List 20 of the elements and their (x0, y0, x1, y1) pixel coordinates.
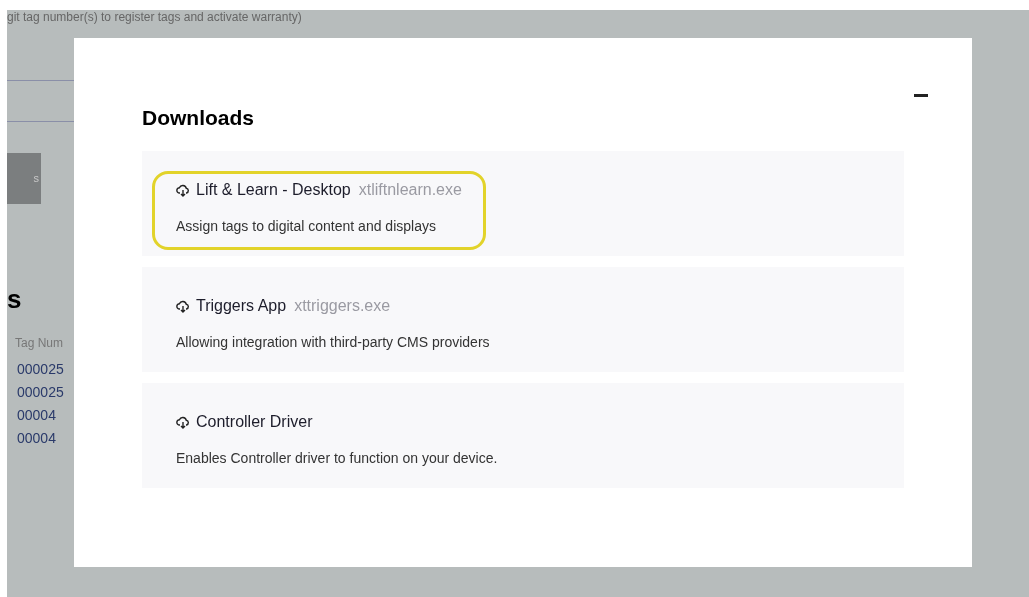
tag-number: 00004 (17, 406, 57, 424)
download-link[interactable]: Lift & Learn - Desktop (176, 178, 351, 202)
column-header: Tag Num (15, 335, 65, 352)
file-name: xtliftnlearn.exe (358, 180, 462, 200)
download-link[interactable]: Triggers App (176, 294, 287, 318)
file-name: xttriggers.exe (294, 296, 391, 316)
cloud-download-icon (176, 299, 190, 313)
minimize-icon[interactable] (914, 94, 928, 97)
cloud-download-icon (176, 183, 190, 197)
description-text: Enables Controller driver to function on your device. (176, 449, 498, 468)
section-heading: s (7, 284, 23, 314)
description-text: Assign tags to digital content and displays (176, 217, 437, 236)
tag-number: 000025 (17, 360, 65, 378)
description-text: Allowing integration with third-party CMS providers (176, 333, 490, 352)
tag-number: 000025 (17, 383, 65, 401)
modal-title: Downloads (142, 105, 255, 131)
tag-number: 00004 (17, 429, 57, 447)
instruction-text: git tag number(s) to register tags and activate warranty) (7, 10, 302, 24)
download-link[interactable]: Controller Driver (176, 410, 313, 434)
cloud-download-icon (176, 415, 190, 429)
